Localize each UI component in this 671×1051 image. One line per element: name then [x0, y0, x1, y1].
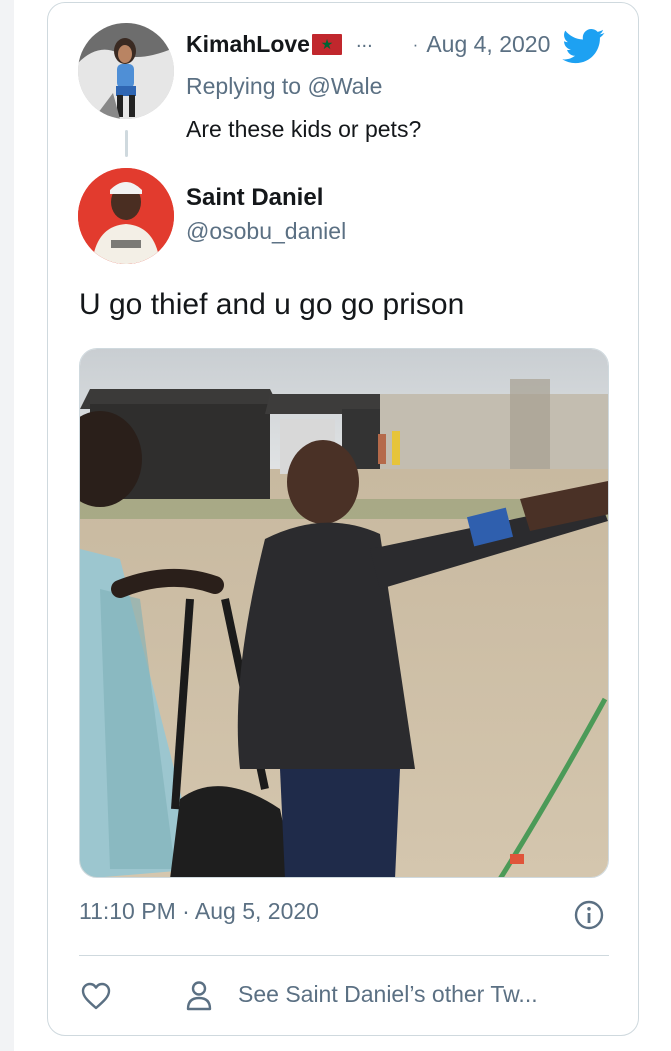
tweet-date[interactable]: Aug 4, 2020 [426, 31, 550, 58]
video-frame [80, 349, 608, 877]
avatar-saint-daniel[interactable] [78, 168, 174, 264]
mention-link[interactable]: @Wale [307, 73, 382, 99]
action-divider [79, 955, 609, 956]
author-name[interactable]: Saint Daniel [186, 184, 323, 212]
tweet-video[interactable] [79, 348, 609, 878]
avatar-image [78, 168, 174, 264]
tweet-text: U go thief and u go go prison [79, 288, 465, 321]
info-icon[interactable] [573, 899, 605, 931]
name-ellipsis: ... [355, 30, 373, 52]
author-name[interactable]: KimahLove [186, 31, 310, 58]
replying-prefix: Replying to [186, 73, 308, 99]
page-left-strip [0, 0, 14, 1051]
see-other-tweets-link[interactable]: See Saint Daniel’s other Tw... [238, 981, 538, 1008]
person-icon[interactable] [186, 980, 212, 1012]
replying-to-line: Replying to @Wale [186, 73, 382, 100]
avatar-kimahlove[interactable] [78, 23, 174, 119]
twitter-bird-icon[interactable] [560, 25, 608, 67]
thread-connector-line [125, 130, 128, 157]
parent-tweet-text: Are these kids or pets? [186, 116, 422, 142]
heart-icon[interactable] [80, 980, 112, 1012]
parent-tweet-header: KimahLove ★ ... · Aug 4, 2020 [186, 30, 550, 58]
author-handle[interactable]: @osobu_daniel [186, 218, 346, 245]
avatar-image [78, 23, 174, 119]
tweet-timestamp[interactable]: 11:10 PM · Aug 5, 2020 [79, 898, 319, 925]
date-separator: · [412, 34, 419, 54]
morocco-flag-icon: ★ [311, 34, 342, 55]
